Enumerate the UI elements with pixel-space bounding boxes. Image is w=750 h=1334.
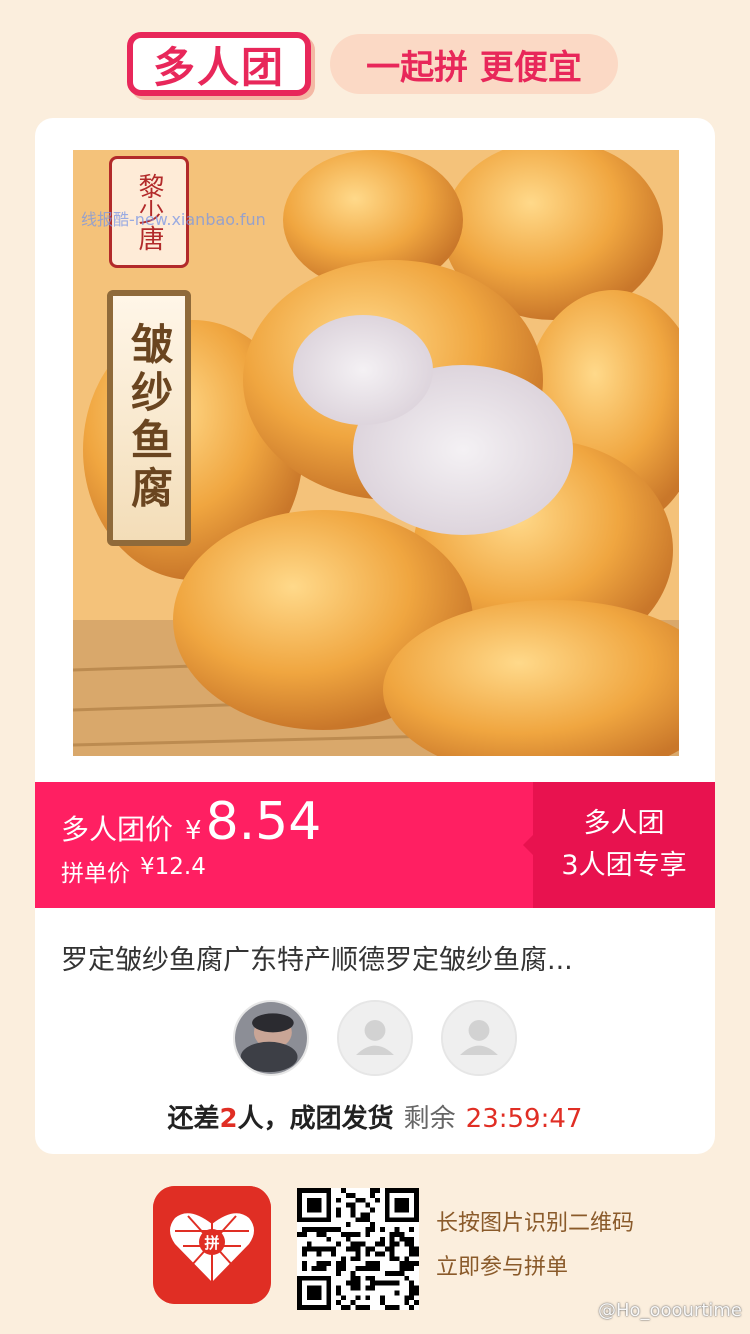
watermark-text: 线报酷-new.xianbao.fun <box>81 210 266 229</box>
weibo-credit: @Ho_ooourtime <box>597 1300 742 1321</box>
footer: 拼 长按图片识别二维码 立即参与拼单 <box>0 1184 750 1314</box>
single-price-label: 拼单价 <box>61 861 130 887</box>
header: 多人团 一起拼 更便宜 <box>0 28 750 100</box>
group-price-value: 8.54 <box>205 792 322 852</box>
remaining-label: 剩余 <box>403 1104 456 1134</box>
currency-symbol: ¥ <box>185 816 202 846</box>
qr-instruction-line1: 长按图片识别二维码 <box>436 1211 635 1236</box>
pinduoduo-logo-icon: 拼 <box>153 1186 271 1304</box>
status-prefix: 还差 <box>167 1104 220 1134</box>
product-title[interactable]: 罗定皱纱鱼腐广东特产顺德罗定皱纱鱼腐... <box>61 938 691 977</box>
remaining-count: 2 <box>219 1104 238 1134</box>
qr-instruction-line2: 立即参与拼单 <box>436 1255 569 1280</box>
product-image[interactable]: 黎少唐 线报酷-new.xianbao.fun 皱纱鱼腐 <box>73 150 679 756</box>
group-size-badge: 多人团 3人团专享 <box>523 782 715 908</box>
multi-group-badge: 多人团 <box>127 32 311 96</box>
product-card[interactable]: 黎少唐 线报酷-new.xianbao.fun 皱纱鱼腐 多人团价 ¥ 8.54… <box>35 118 715 1154</box>
member-avatar <box>233 1000 309 1076</box>
group-price-label: 多人团价 <box>61 813 174 846</box>
group-members <box>233 1000 517 1076</box>
group-status: 还差2人，成团发货 剩余 23:59:47 <box>35 1098 715 1135</box>
svg-text:拼: 拼 <box>204 1234 219 1252</box>
empty-slot-avatar-icon <box>441 1000 517 1076</box>
countdown-timer: 23:59:47 <box>465 1104 583 1134</box>
slogan-pill: 一起拼 更便宜 <box>330 34 618 94</box>
group-type-label: 多人团 <box>583 808 665 839</box>
qr-code[interactable] <box>297 1188 419 1310</box>
group-size-label: 3人团专享 <box>561 850 687 881</box>
qr-instructions: 长按图片识别二维码 立即参与拼单 <box>436 1202 634 1290</box>
status-suffix: 人，成团发货 <box>237 1104 394 1134</box>
empty-slot-avatar-icon <box>337 1000 413 1076</box>
price-info: 多人团价 ¥ 8.54 拼单价 ¥12.4 <box>61 792 321 888</box>
price-bar: 多人团价 ¥ 8.54 拼单价 ¥12.4 多人团 3人团专享 <box>35 782 715 908</box>
single-price-value: ¥12.4 <box>140 854 206 880</box>
product-image-label: 皱纱鱼腐 <box>107 290 191 546</box>
